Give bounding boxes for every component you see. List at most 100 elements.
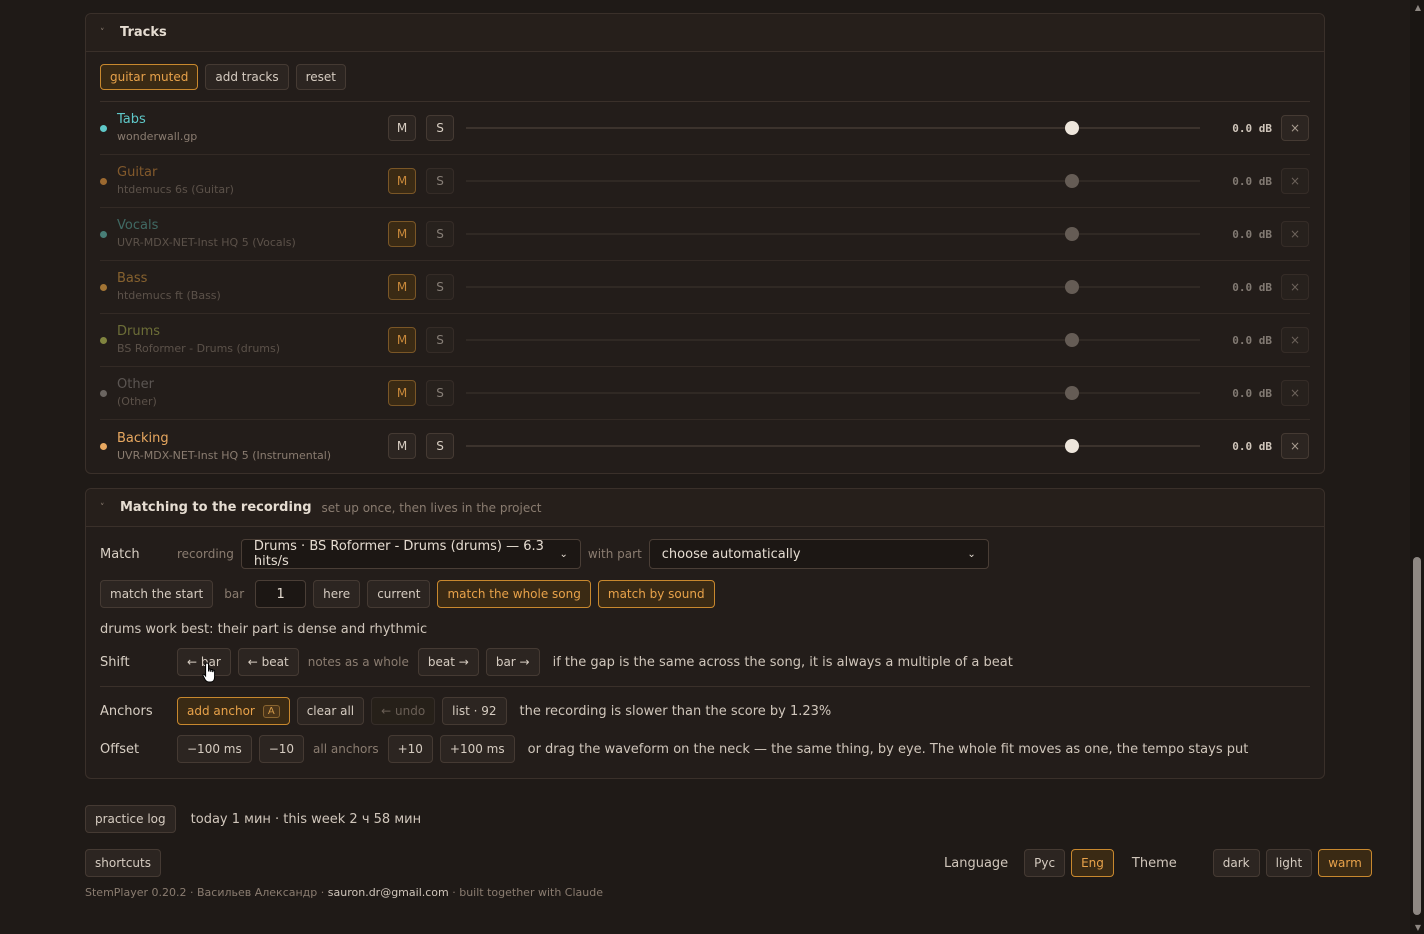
track-color-dot (100, 336, 107, 344)
here-button[interactable]: here (313, 580, 361, 608)
remove-track-button[interactable]: × (1281, 380, 1309, 406)
panel-subtitle: set up once, then lives in the project (321, 500, 542, 515)
match-whole-song-button[interactable]: match the whole song (437, 580, 591, 608)
mute-button[interactable]: M (388, 168, 416, 194)
theme-warm-button[interactable]: warm (1318, 849, 1372, 877)
part-select[interactable]: choose automatically ⌄ (648, 539, 989, 569)
remove-track-button[interactable]: × (1281, 327, 1309, 353)
volume-slider-handle[interactable] (1064, 386, 1079, 400)
volume-slider[interactable] (466, 227, 1200, 241)
volume-readout: 0.0 dB (1232, 386, 1272, 400)
volume-slider-handle[interactable] (1064, 174, 1079, 188)
volume-slider[interactable] (466, 386, 1200, 400)
match-label: Match (100, 546, 140, 562)
match-row: Match recording Drums · BS Roformer - Dr… (100, 539, 1310, 569)
shift-bar-right-button[interactable]: bar → (485, 648, 540, 676)
shortcut-key-badge: A (262, 704, 280, 718)
match-start-button[interactable]: match the start (100, 580, 214, 608)
vertical-scrollbar[interactable]: ▲ ▼ (1410, 0, 1424, 934)
language-en-button[interactable]: Eng (1071, 849, 1114, 877)
track-source: wonderwall.gp (117, 130, 198, 143)
remove-track-button[interactable]: × (1281, 221, 1309, 247)
language-ru-button[interactable]: Рус (1024, 849, 1066, 877)
track-source: (Other) (117, 395, 157, 408)
shift-beat-left-button[interactable]: ← beat (237, 648, 299, 676)
clear-all-button[interactable]: clear all (296, 697, 365, 725)
guitar-muted-button[interactable]: guitar muted (100, 64, 199, 90)
match-actions-row: match the start bar 1 here current match… (100, 580, 1310, 608)
anchors-label: Anchors (100, 703, 153, 719)
solo-button[interactable]: S (426, 327, 454, 353)
solo-button[interactable]: S (426, 221, 454, 247)
volume-slider[interactable] (466, 174, 1200, 188)
track-info: Tabs wonderwall.gp (117, 111, 387, 145)
solo-button[interactable]: S (426, 115, 454, 141)
mute-button[interactable]: M (388, 115, 416, 141)
practice-summary: today 1 мин · this week 2 ч 58 мин (190, 811, 422, 827)
add-anchor-button[interactable]: add anchor A (177, 697, 290, 725)
track-color-dot (100, 230, 107, 238)
mute-button[interactable]: M (388, 327, 416, 353)
scroll-down-arrow-icon[interactable]: ▼ (1415, 923, 1421, 932)
solo-button[interactable]: S (426, 168, 454, 194)
collapse-caret-icon[interactable]: ˅ (100, 28, 120, 38)
bar-input[interactable]: 1 (255, 580, 307, 608)
author-email-link[interactable]: sauron.dr@gmail.com (328, 886, 449, 899)
anchor-list-button[interactable]: list · 92 (442, 697, 507, 725)
volume-slider-handle[interactable] (1064, 121, 1079, 135)
offset-plus100-button[interactable]: +100 ms (439, 735, 515, 763)
mute-button[interactable]: M (388, 274, 416, 300)
offset-minus100-button[interactable]: −100 ms (177, 735, 252, 763)
mute-button[interactable]: M (388, 221, 416, 247)
volume-slider[interactable] (466, 280, 1200, 294)
add-tracks-button[interactable]: add tracks (205, 64, 289, 90)
shift-beat-right-button[interactable]: beat → (417, 648, 479, 676)
remove-track-button[interactable]: × (1281, 433, 1309, 459)
solo-button[interactable]: S (426, 274, 454, 300)
current-button[interactable]: current (367, 580, 431, 608)
mute-button[interactable]: M (388, 380, 416, 406)
practice-log-button[interactable]: practice log (85, 805, 176, 833)
offset-minus10-button[interactable]: −10 (258, 735, 305, 763)
solo-button[interactable]: S (426, 433, 454, 459)
track-info: Drums BS Roformer - Drums (drums) (117, 323, 387, 357)
track-source: htdemucs ft (Bass) (117, 289, 221, 302)
track-source: htdemucs 6s (Guitar) (117, 183, 234, 196)
theme-light-button[interactable]: light (1265, 849, 1313, 877)
undo-button[interactable]: ← undo (371, 697, 436, 725)
volume-slider[interactable] (466, 121, 1200, 135)
theme-dark-button[interactable]: dark (1212, 849, 1260, 877)
shortcuts-button[interactable]: shortcuts (85, 849, 161, 877)
tracks-toolbar: guitar muted add tracks reset (100, 52, 1310, 102)
bottom-left: shortcuts (85, 849, 161, 877)
volume-slider[interactable] (466, 439, 1200, 453)
recording-select[interactable]: Drums · BS Roformer - Drums (drums) — 6.… (240, 539, 581, 569)
volume-readout: 0.0 dB (1232, 174, 1272, 188)
recording-select-value: Drums · BS Roformer - Drums (drums) — 6.… (253, 539, 544, 569)
offset-note: or drag the waveform on the neck — the s… (527, 741, 1249, 757)
tracks-panel-header[interactable]: ˅ Tracks (86, 14, 1324, 52)
volume-slider-handle[interactable] (1064, 280, 1079, 294)
divider (100, 686, 1310, 687)
remove-track-button[interactable]: × (1281, 168, 1309, 194)
matching-panel-header[interactable]: ˅ Matching to the recording set up once,… (86, 489, 1324, 527)
volume-slider[interactable] (466, 333, 1200, 347)
track-color-dot (100, 177, 107, 185)
chevron-down-icon: ⌄ (559, 548, 568, 560)
remove-track-button[interactable]: × (1281, 115, 1309, 141)
volume-readout: 0.0 dB (1232, 440, 1272, 453)
scroll-up-arrow-icon[interactable]: ▲ (1415, 3, 1421, 12)
mute-button[interactable]: M (388, 433, 416, 459)
credits: StemPlayer 0.20.2 · Васильев Александр ·… (85, 886, 603, 899)
match-by-sound-button[interactable]: match by sound (597, 580, 715, 608)
offset-plus10-button[interactable]: +10 (387, 735, 433, 763)
collapse-caret-icon[interactable]: ˅ (100, 503, 120, 513)
volume-slider-handle[interactable] (1064, 227, 1079, 241)
solo-button[interactable]: S (426, 380, 454, 406)
volume-slider-handle[interactable] (1064, 333, 1079, 347)
track-row: Vocals UVR-MDX-NET-Inst HQ 5 (Vocals) M … (100, 208, 1310, 261)
scrollbar-thumb[interactable] (1413, 557, 1421, 915)
reset-button[interactable]: reset (295, 64, 346, 90)
remove-track-button[interactable]: × (1281, 274, 1309, 300)
volume-slider-handle[interactable] (1064, 439, 1079, 453)
